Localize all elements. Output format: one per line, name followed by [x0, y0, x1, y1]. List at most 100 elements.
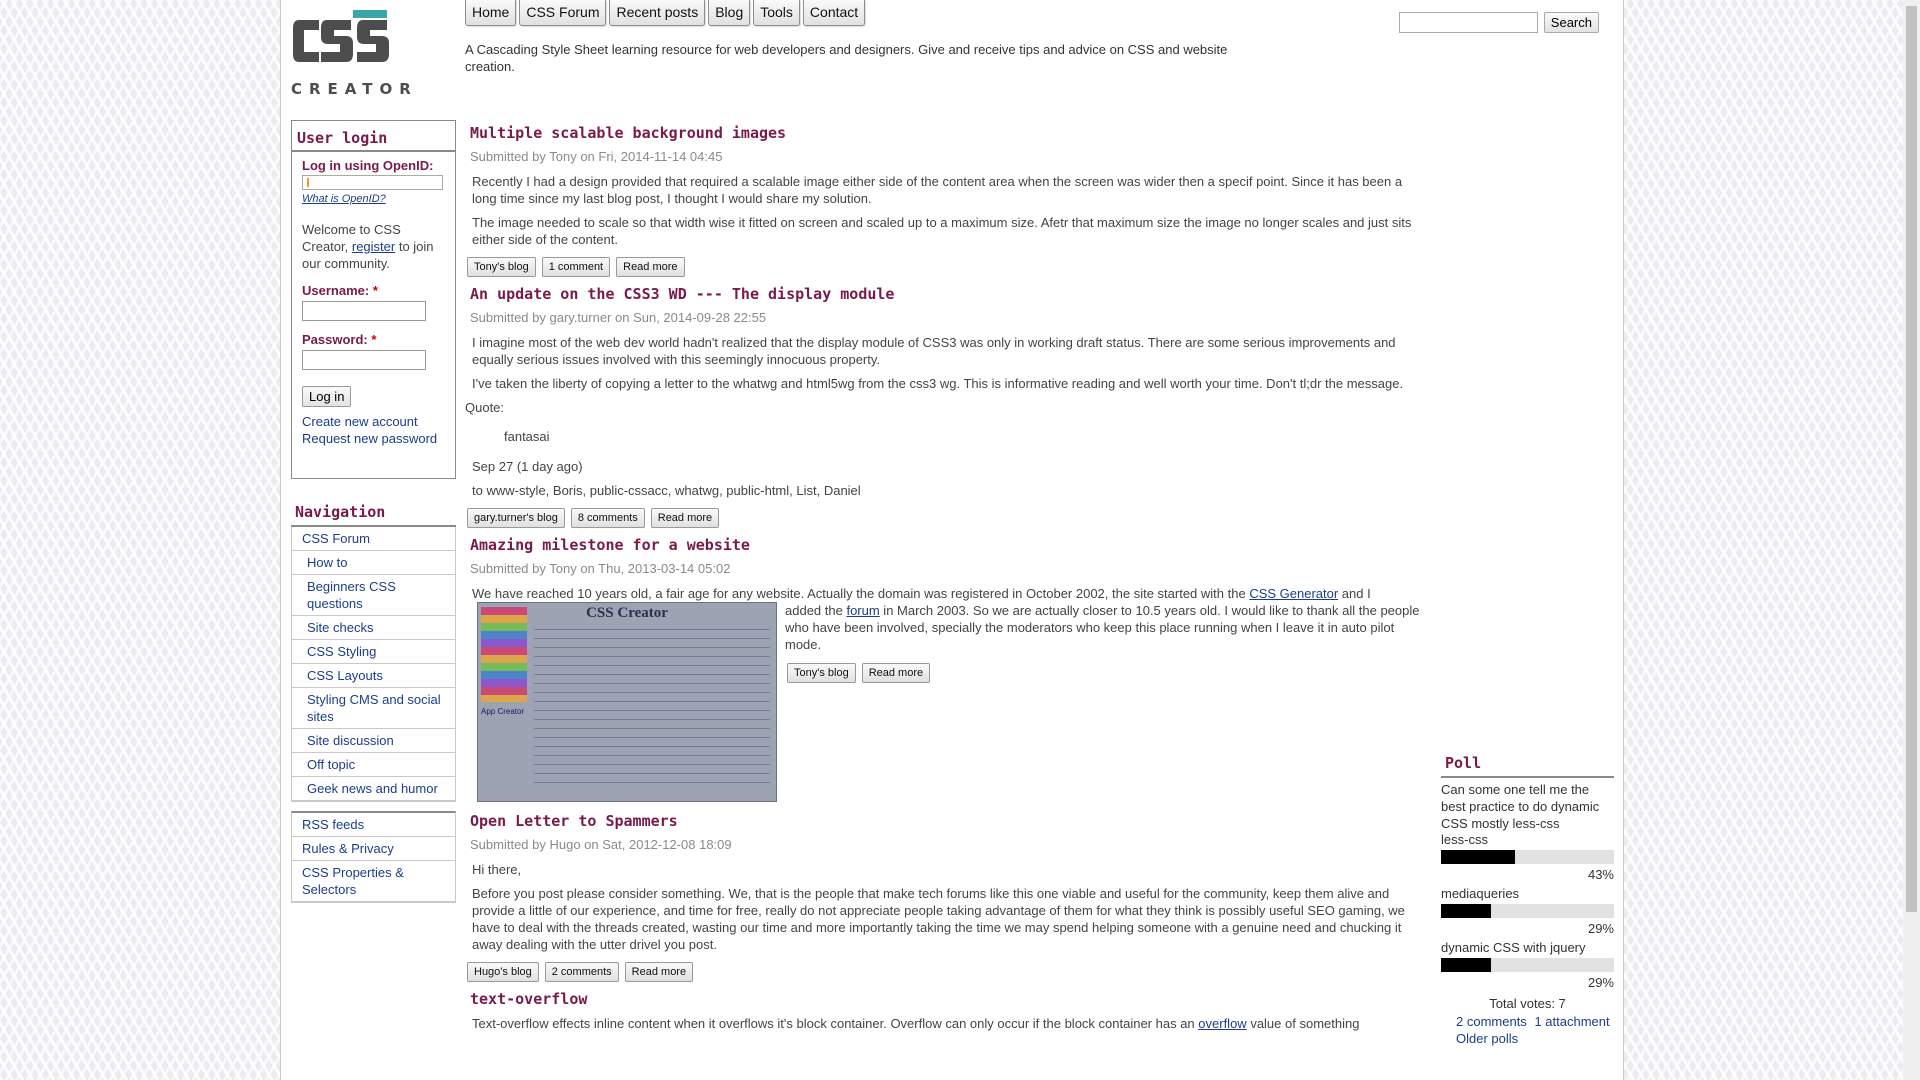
nav-item-beginners[interactable]: Beginners CSS questions: [292, 575, 455, 616]
nav-blog[interactable]: Blog: [708, 0, 751, 26]
username-label: Username: *: [302, 283, 445, 298]
blog-post: Open Letter to Spammers Submitted by Hug…: [465, 812, 1427, 982]
author-blog-link[interactable]: Hugo's blog: [467, 962, 539, 982]
blog-post: Multiple scalable background images Subm…: [465, 124, 1427, 277]
post-title-link[interactable]: text-overflow: [470, 990, 587, 1008]
css-generator-link[interactable]: CSS Generator: [1249, 586, 1338, 601]
read-more-link[interactable]: Read more: [616, 257, 685, 277]
read-more-link[interactable]: Read more: [624, 962, 694, 982]
css-creator-screenshot[interactable]: CSS Creator App Creator: [477, 602, 777, 802]
poll-comments-link[interactable]: 2 comments: [1456, 1014, 1527, 1029]
poll-attachment-link[interactable]: 1 attachment: [1534, 1014, 1609, 1029]
extra-links-block: RSS feeds Rules & Privacy CSS Properties…: [291, 811, 456, 903]
nav-home[interactable]: Home: [465, 0, 517, 26]
login-button[interactable]: Log in: [302, 386, 352, 407]
post-paragraph: added the forum in March 2003. So we are…: [785, 602, 1427, 653]
required-mark: *: [372, 283, 378, 298]
post-submitted: Submitted by Tony on Thu, 2013-03-14 05:…: [470, 561, 731, 576]
nav-item-how-to[interactable]: How to: [292, 551, 455, 575]
older-polls-link[interactable]: Older polls: [1456, 1031, 1518, 1046]
comments-link[interactable]: 8 comments: [570, 508, 645, 528]
password-field[interactable]: [302, 350, 426, 370]
user-login-title: User login: [292, 125, 455, 152]
poll-percent: 29%: [1587, 975, 1614, 990]
forum-link[interactable]: forum: [846, 603, 879, 618]
quote-text: fantasai: [504, 429, 550, 444]
page-scrollbar[interactable]: [1903, 0, 1920, 1080]
logo-css-mark: [293, 10, 389, 62]
author-blog-link[interactable]: gary.turner's blog: [467, 508, 565, 528]
search-button[interactable]: Search: [1543, 12, 1599, 33]
navigation-block: Navigation CSS Forum How to Beginners CS…: [291, 500, 456, 802]
openid-input[interactable]: [302, 175, 443, 190]
poll-choice: dynamic CSS with jquery 29%: [1441, 940, 1614, 990]
what-is-openid-link[interactable]: What is OpenID?: [302, 193, 386, 205]
username-field[interactable]: [302, 301, 426, 321]
post-title-link[interactable]: Open Letter to Spammers: [470, 812, 678, 830]
css-properties-link[interactable]: CSS Properties & Selectors: [292, 861, 455, 902]
welcome-text: Welcome to CSS Creator, register to join…: [302, 221, 445, 272]
search-input[interactable]: [1398, 12, 1538, 33]
nav-css-forum[interactable]: CSS Forum: [519, 0, 607, 26]
post-text: value of something: [1246, 1016, 1360, 1031]
nav-recent-posts[interactable]: Recent posts: [609, 0, 706, 26]
comments-link[interactable]: 2 comments: [544, 962, 619, 982]
poll-question: Can some one tell me the best practice t…: [1441, 782, 1600, 831]
post-submitted: Submitted by Hugo on Sat, 2012-12-08 18:…: [470, 837, 732, 852]
nav-item-site-discussion[interactable]: Site discussion: [292, 729, 455, 753]
post-submitted: Submitted by Tony on Fri, 2014-11-14 04:…: [470, 149, 723, 164]
nav-item-css-forum[interactable]: CSS Forum: [292, 527, 455, 551]
comments-link[interactable]: 1 comment: [541, 257, 611, 277]
screenshot-title: CSS Creator: [586, 605, 668, 621]
screenshot-form-image: [534, 629, 770, 789]
overflow-link[interactable]: overflow: [1198, 1016, 1246, 1031]
poll-links: 2 comments 1 attachment Older polls: [1441, 1013, 1614, 1047]
site-logo[interactable]: CREATOR: [291, 10, 416, 100]
post-title-link[interactable]: An update on the CSS3 WD --- The display…: [470, 285, 894, 303]
nav-item-geek-news[interactable]: Geek news and humor: [292, 777, 455, 801]
poll-bar: [1441, 958, 1614, 972]
post-title-link[interactable]: Multiple scalable background images: [470, 124, 786, 142]
poll-bar: [1441, 850, 1614, 864]
blog-post: Amazing milestone for a website Submitte…: [465, 536, 1427, 812]
nav-item-css-styling[interactable]: CSS Styling: [292, 640, 455, 664]
create-account-link[interactable]: Create new account: [302, 413, 445, 430]
request-password-link[interactable]: Request new password: [302, 430, 445, 447]
author-blog-link[interactable]: Tony's blog: [467, 257, 536, 277]
read-more-link[interactable]: Read more: [861, 663, 931, 683]
nav-item-css-layouts[interactable]: CSS Layouts: [292, 664, 455, 688]
username-label-text: Username:: [302, 283, 370, 298]
rss-feeds-link[interactable]: RSS feeds: [292, 813, 455, 837]
poll-bar-fill: [1441, 850, 1516, 864]
blog-post: text-overflow Text-overflow effects inli…: [465, 990, 1427, 1032]
search-form: Search: [1398, 12, 1599, 33]
poll-choice-label: mediaqueries: [1441, 886, 1520, 901]
rules-privacy-link[interactable]: Rules & Privacy: [292, 837, 455, 861]
page-container: CREATOR Home CSS Forum Recent posts Blog…: [280, 0, 1624, 1080]
primary-navigation: Home CSS Forum Recent posts Blog Tools C…: [465, 0, 866, 26]
poll-choice: less-css 43%: [1441, 832, 1614, 882]
poll-percent: 29%: [1587, 921, 1614, 936]
poll-total-votes: Total votes: 7: [1489, 996, 1566, 1011]
nav-item-off-topic[interactable]: Off topic: [292, 753, 455, 777]
poll-bar-fill: [1441, 904, 1492, 918]
poll-block: Poll Can some one tell me the best pract…: [1441, 754, 1614, 1047]
read-more-link[interactable]: Read more: [650, 508, 720, 528]
nav-item-styling-cms[interactable]: Styling CMS and social sites: [292, 688, 455, 729]
poll-percent: 43%: [1587, 867, 1614, 882]
poll-choice-label: dynamic CSS with jquery: [1441, 940, 1586, 955]
scrollbar-thumb[interactable]: [1906, 6, 1917, 912]
author-blog-link[interactable]: Tony's blog: [787, 663, 856, 683]
post-paragraph: Text-overflow effects inline content whe…: [472, 1015, 1427, 1032]
post-title-link[interactable]: Amazing milestone for a website: [470, 536, 750, 554]
nav-tools[interactable]: Tools: [753, 0, 800, 26]
navigation-title: Navigation: [291, 500, 456, 527]
post-text: in March 2003. So we are actually closer…: [785, 603, 1420, 652]
openid-label: Log in using OpenID:: [302, 158, 434, 173]
register-link[interactable]: register: [352, 239, 395, 254]
nav-item-site-checks[interactable]: Site checks: [292, 616, 455, 640]
nav-contact[interactable]: Contact: [802, 0, 866, 26]
required-mark: *: [371, 332, 377, 347]
post-text: We have reached 10 years old, a fair age…: [472, 586, 1250, 601]
navigation-list: CSS Forum How to Beginners CSS questions…: [291, 527, 456, 802]
